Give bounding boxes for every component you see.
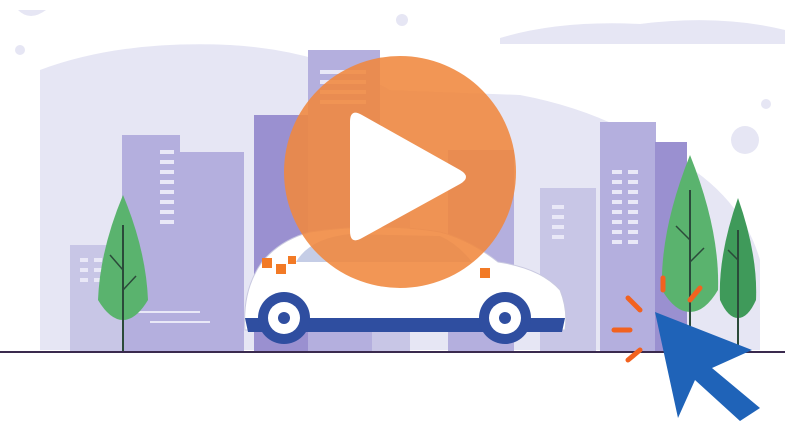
play-button[interactable] bbox=[284, 56, 516, 288]
car-decal bbox=[262, 258, 272, 268]
city-car-illustration bbox=[0, 10, 785, 421]
car-decal bbox=[276, 264, 286, 274]
car-decal bbox=[480, 268, 490, 278]
sky-dot bbox=[761, 99, 771, 109]
video-thumbnail[interactable] bbox=[0, 0, 785, 421]
sky-dot bbox=[15, 45, 25, 55]
sky-dot bbox=[396, 14, 408, 26]
sky-dot bbox=[731, 126, 759, 154]
car-decal bbox=[288, 256, 296, 264]
